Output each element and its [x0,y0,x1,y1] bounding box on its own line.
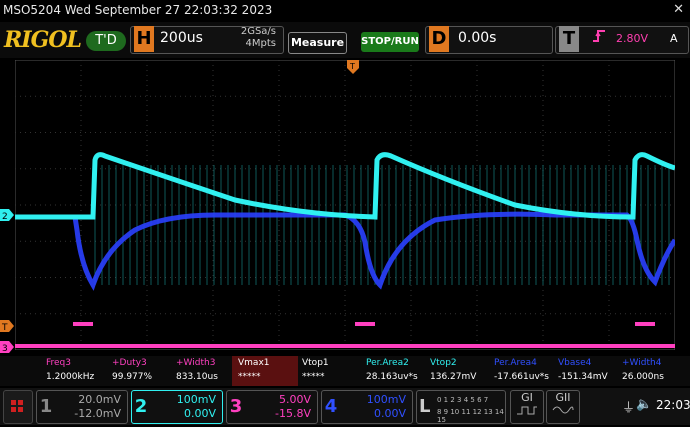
measurement-value: 26.000ns [622,372,664,382]
measurement-item[interactable]: Vbase4 -151.34mV [552,356,618,386]
svg-text:T: T [1,323,8,332]
measure-button[interactable]: Measure [288,32,347,54]
channel-offset: -15.8V [275,407,311,420]
measurement-label: Per.Area4 [494,358,537,368]
trigger-mode: A [670,32,678,45]
measurement-panel: Freq3 1.2000kHz +Duty3 99.977% +Width3 833.10… [0,356,690,386]
measurement-label: Vtop2 [430,358,457,368]
measurement-value: 136.27mV [430,372,477,382]
ch3-ground-marker[interactable]: 3 [0,341,14,353]
clock: 22:03 [656,398,690,412]
measurement-item[interactable]: +Width3 833.10us [170,356,236,386]
logic-analyzer-settings[interactable]: L 0 1 2 3 4 5 6 7 8 9 10 11 12 13 14 15 [416,390,506,424]
channel-scale: 100mV [366,393,406,406]
measurement-item[interactable]: +Width4 26.000ns [616,356,682,386]
svg-text:2: 2 [2,212,8,221]
square-wave-icon [517,406,537,415]
trigger-level: 2.80V [616,32,649,45]
measurement-label: +Width4 [622,358,662,368]
close-icon[interactable]: ✕ [673,2,684,17]
measurement-item[interactable]: Freq3 1.2000kHz [40,356,106,386]
trigger-position-marker[interactable]: T [347,60,359,74]
channel-offset: 0.00V [373,407,406,420]
memory-depth: 4Mpts [245,38,276,49]
channel-number: 1 [39,396,53,417]
horizontal-label: H [134,26,154,52]
measurement-label: Vbase4 [558,358,592,368]
measurement-value: 833.10us [176,372,218,382]
measurement-value: ***** [238,372,261,382]
logic-label: L [419,396,431,417]
acquisition-info: 2GSa/s 4Mpts [226,26,276,50]
channel-scale: 100mV [176,393,216,406]
generator-1-button[interactable]: GI [510,390,544,424]
trigger-level-marker[interactable]: T [0,320,14,332]
measurement-item[interactable]: Vtop2 136.27mV [424,356,490,386]
measurement-label: Freq3 [46,358,72,368]
timebase-scale: 200us [160,30,203,46]
measurement-label: +Duty3 [112,358,147,368]
svg-text:T: T [349,62,355,71]
generator-2-label: GII [555,391,571,404]
measurement-label: Vtop1 [302,358,329,368]
channel-1-settings[interactable]: 1 20.0mV -12.0mV [36,390,128,424]
measurement-value: -151.34mV [558,372,608,382]
trigger-status-badge: T'D [86,31,126,51]
horizontal-offset: 0.00s [458,30,497,46]
rigol-logo[interactable]: RIGOL [4,27,82,53]
measurement-item[interactable]: Vtop1 ***** [296,356,362,386]
measurement-value: -17.661uv*s [494,372,549,382]
menu-grid-icon[interactable] [3,390,33,424]
volume-icon[interactable]: 🔈 [636,397,652,412]
channel-scale: 5.00V [278,393,311,406]
stop-run-button[interactable]: STOP/RUN [361,32,419,52]
generator-1-label: GI [521,391,533,404]
measurement-item[interactable]: Per.Area2 28.163uv*s [360,356,426,386]
channel-3-settings[interactable]: 3 5.00V -15.8V [226,390,318,424]
sine-wave-icon [552,406,574,414]
measurement-item[interactable]: Per.Area4 -17.661uv*s [488,356,554,386]
rising-edge-icon [592,29,606,47]
measurement-label: Vmax1 [238,358,270,368]
measurement-item[interactable]: Vmax1 ***** [232,356,298,386]
measurement-value: 1.2000kHz [46,372,95,382]
waveform-display[interactable] [15,60,675,350]
measurement-item[interactable]: +Duty3 99.977% [106,356,172,386]
channel-scale: 20.0mV [78,393,121,406]
logic-digits-low: 0 1 2 3 4 5 6 7 [437,396,489,404]
channel-number: 3 [229,396,243,417]
channel-4-settings[interactable]: 4 100mV 0.00V [321,390,413,424]
logic-digits-high: 8 9 10 11 12 13 14 15 [437,408,504,424]
channel-number: 4 [324,396,338,417]
window-title: MSO5204 Wed September 27 22:03:32 2023 [3,3,273,17]
measurement-label: +Width3 [176,358,216,368]
measurement-value: ***** [302,372,325,382]
channel-number: 2 [134,396,148,417]
svg-text:3: 3 [2,344,8,353]
channel-2-settings[interactable]: 2 100mV 0.00V [131,390,223,424]
measurement-value: 99.977% [112,372,153,382]
channel-offset: 0.00V [183,407,216,420]
delay-label: D [429,26,449,52]
trigger-label: T [559,26,579,52]
usb-icon: ⏚ [622,401,636,416]
sample-rate: 2GSa/s [240,26,276,37]
measurement-value: 28.163uv*s [366,372,418,382]
channel-offset: -12.0mV [74,407,121,420]
ch2-ground-marker[interactable]: 2 [0,209,14,221]
measurement-label: Per.Area2 [366,358,409,368]
generator-2-button[interactable]: GII [546,390,580,424]
